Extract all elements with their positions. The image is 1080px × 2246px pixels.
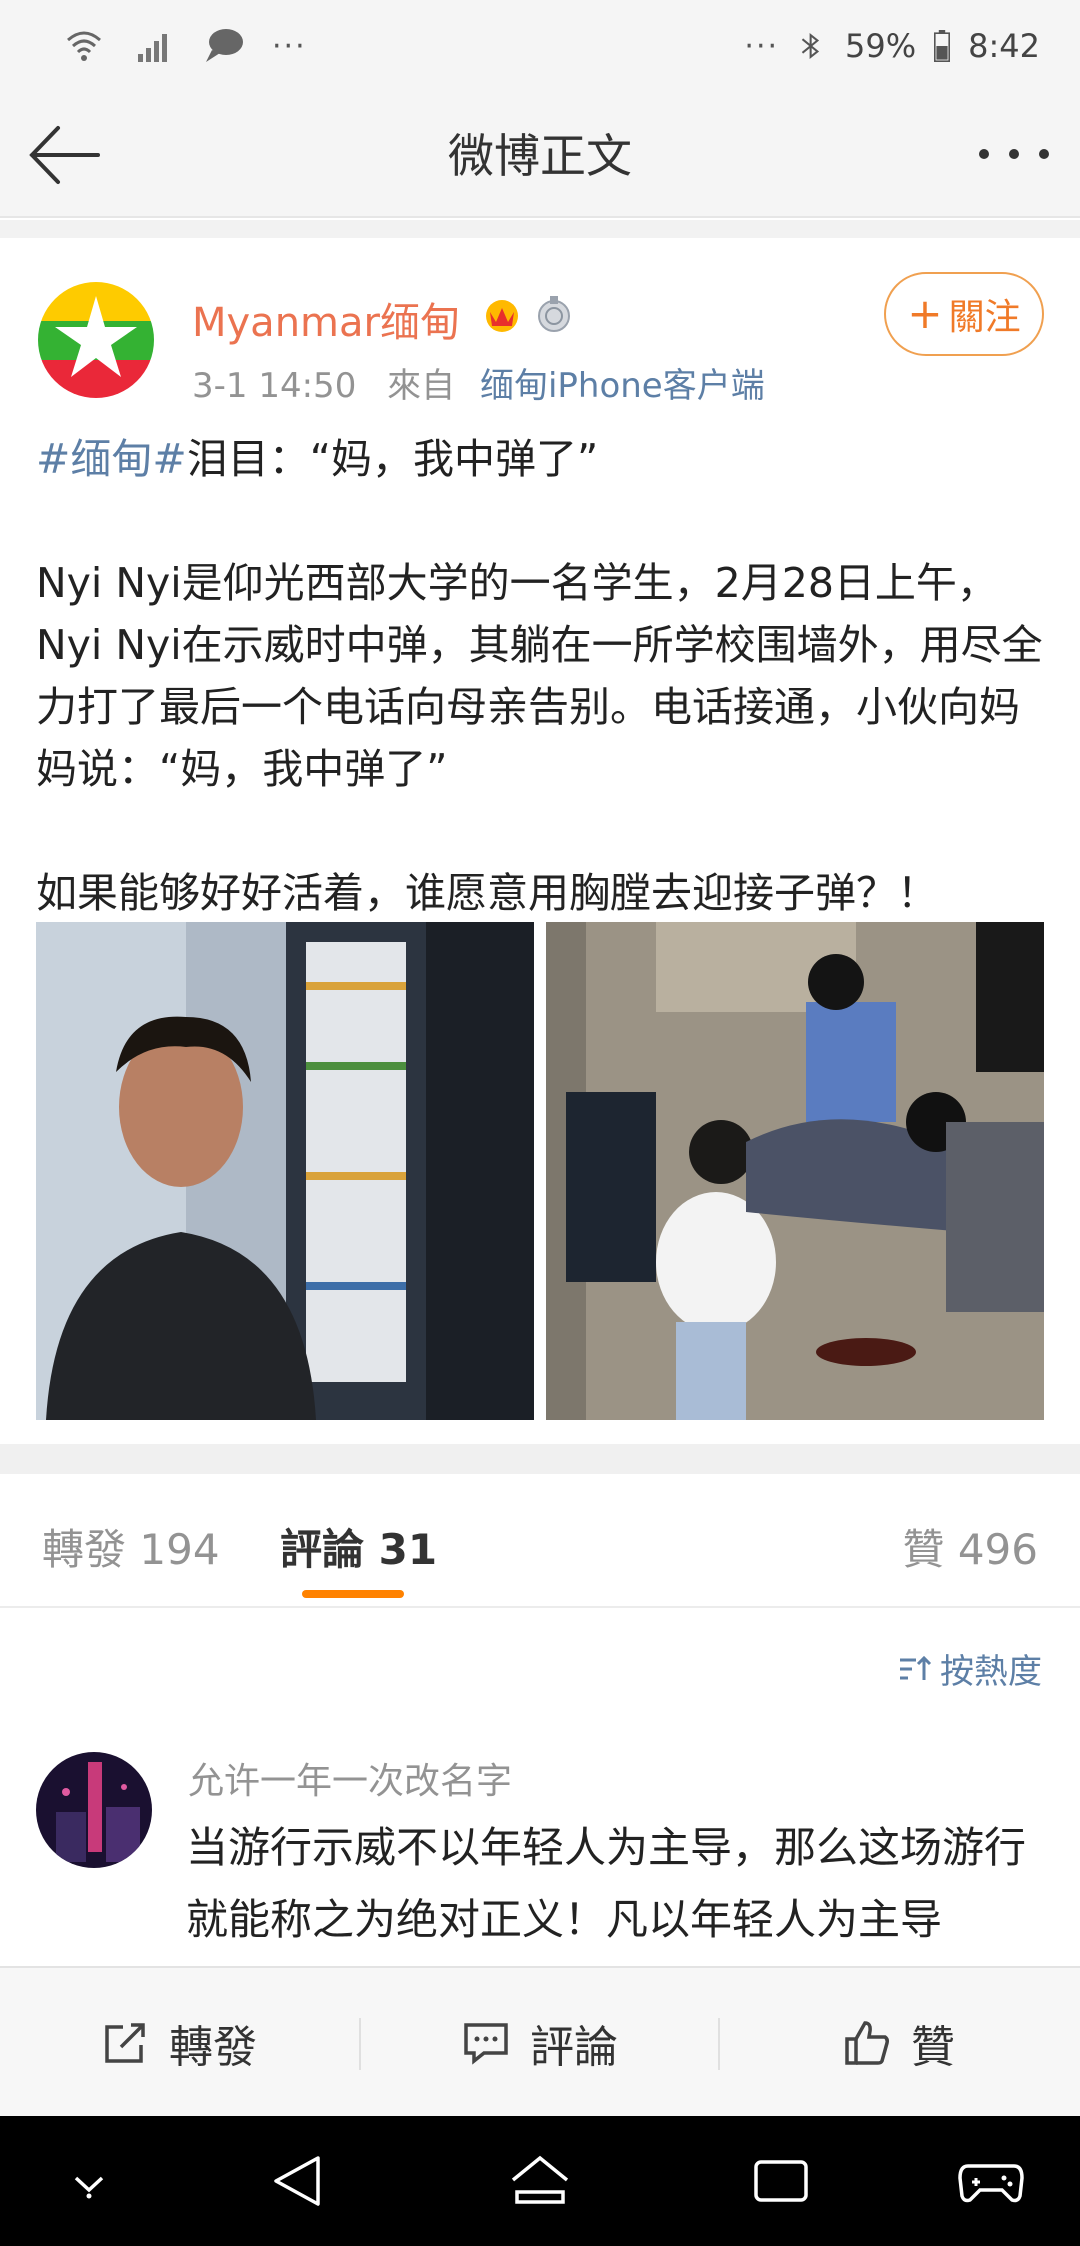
post-source[interactable]: 缅甸iPhone客户端	[480, 366, 765, 406]
post-meta: 3-1 14:50 來自 缅甸iPhone客户端	[192, 358, 765, 407]
scene-photo	[546, 922, 1044, 1420]
commenter-avatar-image	[36, 1752, 152, 1868]
comment-icon	[464, 2023, 508, 2065]
chat-bubble-icon	[206, 29, 243, 62]
status-right: ··· 59% 8:42	[744, 18, 1040, 74]
like-label: 贊	[911, 2022, 955, 2073]
tab-comments[interactable]: 評論 31	[280, 1516, 437, 1577]
post-paragraph-1: Nyi Nyi是仰光西部大学的一名学生，2月28日上午，Nyi Nyi在示威时中…	[36, 559, 1043, 793]
signal-icon	[138, 34, 167, 62]
repost-label: 轉發	[169, 2022, 257, 2073]
tab-comments-label: 評論	[280, 1525, 365, 1574]
tab-likes-label: 贊	[902, 1525, 945, 1574]
nav-down-icon[interactable]	[52, 2144, 126, 2218]
sort-button[interactable]: 按熱度	[898, 1644, 1042, 1693]
tab-reposts[interactable]: 轉發 194	[42, 1516, 220, 1577]
nav-back-icon[interactable]	[262, 2144, 336, 2218]
status-more-right: ···	[744, 28, 780, 64]
post-image-selfie[interactable]	[36, 922, 534, 1420]
status-time: 8:42	[968, 27, 1040, 65]
section-gap	[0, 220, 1080, 238]
action-bar: 轉發 評論 贊	[0, 1966, 1080, 2116]
author-avatar[interactable]	[38, 282, 154, 398]
sort-label: 按熱度	[940, 1652, 1042, 1692]
nav-recents-icon[interactable]	[744, 2144, 818, 2218]
status-more-left: ···	[272, 28, 307, 64]
wifi-icon	[67, 31, 101, 61]
tab-comments-count: 31	[378, 1525, 438, 1574]
post-time: 3-1 14:50	[192, 366, 357, 406]
nav-bar: 微博正文	[0, 92, 1080, 218]
like-button[interactable]: 贊	[720, 1968, 1078, 2118]
tab-reposts-label: 轉發	[42, 1525, 127, 1574]
system-nav-bar	[0, 2116, 1080, 2246]
post-headline: #缅甸#泪目：“妈，我中弹了”	[36, 428, 1046, 490]
tab-likes[interactable]: 贊 496	[902, 1516, 1038, 1577]
crown-badge-icon[interactable]	[480, 292, 524, 336]
plus-icon: +	[907, 289, 943, 338]
active-tab-indicator	[302, 1590, 404, 1598]
battery-percent: 59%	[845, 27, 917, 65]
section-divider	[0, 1444, 1080, 1474]
comment-text: 当游行示威不以年轻人为主导，那么这场游行就能称之为绝对正义！凡以年轻人为主导	[186, 1823, 1027, 1944]
comment-button[interactable]: 評論	[361, 1968, 719, 2118]
post-body: #缅甸#泪目：“妈，我中弹了” Nyi Nyi是仰光西部大学的一名学生，2月28…	[36, 428, 1046, 924]
comment-label: 評論	[530, 2022, 618, 2073]
tab-likes-count: 496	[957, 1525, 1038, 1574]
page-title: 微博正文	[448, 129, 632, 183]
more-icon[interactable]	[976, 136, 1052, 172]
post-image-scene[interactable]	[546, 922, 1044, 1420]
post-paragraph-2: 如果能够好好活着，谁愿意用胸膛去迎接子弹？！	[36, 869, 938, 917]
like-icon	[845, 2021, 889, 2065]
author-name[interactable]: Myanmar缅甸	[192, 290, 460, 348]
status-bar: ··· ··· 59% 8:42	[0, 0, 1080, 92]
medal-badge-icon[interactable]	[534, 294, 574, 334]
commenter-avatar[interactable]	[36, 1752, 152, 1868]
status-left: ···	[62, 18, 307, 74]
headline-text: 泪目：“妈，我中弹了”	[186, 435, 599, 483]
repost-button[interactable]: 轉發	[0, 1968, 358, 2118]
battery-icon	[934, 30, 951, 62]
sort-icon	[900, 1655, 932, 1680]
follow-button[interactable]: + 關注	[884, 272, 1044, 356]
myanmar-flag-image	[38, 282, 154, 398]
game-icon[interactable]	[954, 2144, 1028, 2218]
author-badges	[480, 292, 574, 336]
selfie-photo	[36, 922, 534, 1420]
repost-icon	[105, 2023, 145, 2063]
hashtag-link[interactable]: #缅甸#	[36, 435, 187, 483]
source-prefix: 來自	[387, 366, 456, 406]
commenter-name[interactable]: 允许一年一次改名字	[188, 1752, 512, 1804]
follow-label: 關注	[948, 297, 1021, 338]
tab-reposts-count: 194	[139, 1525, 220, 1574]
bluetooth-icon	[801, 32, 820, 60]
interaction-tabs: 轉發 194 評論 31 贊 496	[0, 1474, 1080, 1608]
nav-home-icon[interactable]	[503, 2144, 577, 2218]
